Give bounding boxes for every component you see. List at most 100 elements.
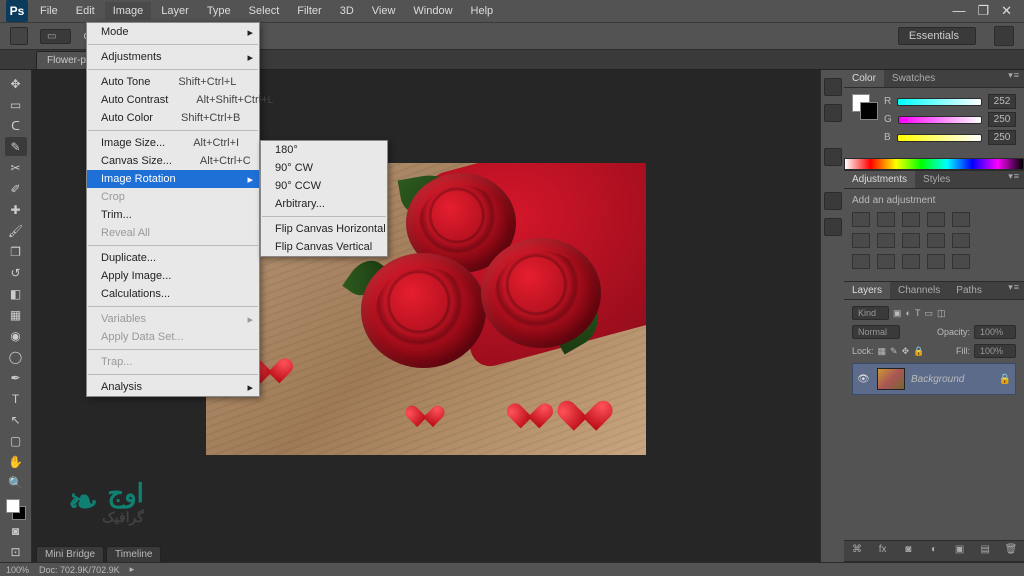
layer-background[interactable]: 👁 Background 🔒 (852, 363, 1016, 395)
stamp-tool[interactable]: ❐ (5, 242, 27, 261)
path-tool[interactable]: ↖ (5, 411, 27, 430)
fg-bg-swatch[interactable] (852, 94, 878, 120)
blur-tool[interactable]: ◉ (5, 327, 27, 346)
zoom-level[interactable]: 100% (6, 565, 29, 575)
tab-mini-bridge[interactable]: Mini Bridge (36, 546, 104, 562)
menu-mode[interactable]: Mode (87, 23, 259, 41)
status-arrow-icon[interactable]: ▸ (130, 564, 135, 575)
menu-image-rotation[interactable]: Image Rotation (87, 170, 259, 188)
adj-brightness-icon[interactable] (852, 212, 870, 227)
brush-tool[interactable]: 🖌 (5, 221, 27, 240)
visibility-icon[interactable]: 👁 (857, 374, 871, 385)
lock-all-icon[interactable]: 🔒 (913, 346, 924, 357)
link-layers-icon[interactable]: ⌘ (850, 544, 864, 558)
new-group-icon[interactable]: ▣ (953, 544, 967, 558)
history-icon[interactable] (824, 78, 842, 96)
adj-invert-icon[interactable] (852, 254, 870, 269)
adj-color-lookup-icon[interactable] (952, 233, 970, 248)
menu-trim[interactable]: Trim... (87, 206, 259, 224)
filter-type-icon[interactable]: T (915, 308, 921, 318)
adj-levels-icon[interactable] (877, 212, 895, 227)
adj-vibrance-icon[interactable] (952, 212, 970, 227)
crop-tool[interactable]: ✂ (5, 158, 27, 177)
hand-tool[interactable]: ✋ (5, 453, 27, 472)
r-value[interactable]: 252 (988, 94, 1016, 109)
menu-help[interactable]: Help (463, 2, 502, 20)
properties-icon[interactable] (824, 148, 842, 166)
history-brush-tool[interactable]: ↺ (5, 263, 27, 282)
tab-swatches[interactable]: Swatches (884, 70, 943, 87)
workspace-switcher[interactable]: Essentials (898, 27, 976, 45)
new-layer-icon[interactable]: ▤ (978, 544, 992, 558)
eyedropper-tool[interactable]: ✐ (5, 179, 27, 198)
adj-gradient-map-icon[interactable] (927, 254, 945, 269)
opacity-value[interactable]: 100% (974, 325, 1016, 339)
menu-adjustments[interactable]: Adjustments (87, 48, 259, 66)
close-button[interactable]: ✕ (1001, 3, 1012, 19)
menu-crop[interactable]: Crop (87, 188, 259, 206)
menu-filter[interactable]: Filter (289, 2, 329, 20)
healing-tool[interactable]: ✚ (5, 200, 27, 219)
menu-trap[interactable]: Trap... (87, 353, 259, 371)
rotate-90ccw[interactable]: 90° CCW (261, 177, 387, 195)
character-icon[interactable] (824, 192, 842, 210)
adj-posterize-icon[interactable] (877, 254, 895, 269)
filter-shape-icon[interactable]: ▭ (924, 308, 933, 319)
actions-icon[interactable] (824, 104, 842, 122)
lasso-tool[interactable]: ᑕ (5, 116, 27, 135)
color-picker[interactable] (4, 499, 28, 520)
filter-adj-icon[interactable]: ◐ (906, 308, 911, 318)
spectrum-bar[interactable] (844, 158, 1024, 170)
menu-auto-color[interactable]: Auto ColorShift+Ctrl+B (87, 109, 259, 127)
gradient-tool[interactable]: ▦ (5, 306, 27, 325)
panel-menu-icon[interactable]: ▾≡ (1004, 171, 1024, 188)
layer-mask-icon[interactable]: ◙ (901, 544, 915, 558)
panel-menu-icon[interactable]: ▾≡ (1004, 282, 1024, 299)
lock-transparency-icon[interactable]: ▦ (878, 346, 887, 357)
new-fill-icon[interactable]: ◐ (927, 544, 941, 558)
tab-layers[interactable]: Layers (844, 282, 890, 299)
flip-vertical[interactable]: Flip Canvas Vertical (261, 238, 387, 256)
menu-image[interactable]: Image (105, 2, 152, 20)
shape-tool[interactable]: ▢ (5, 432, 27, 451)
b-value[interactable]: 250 (988, 130, 1016, 145)
menu-image-size[interactable]: Image Size...Alt+Ctrl+I (87, 134, 259, 152)
menu-canvas-size[interactable]: Canvas Size...Alt+Ctrl+C (87, 152, 259, 170)
adj-bw-icon[interactable] (877, 233, 895, 248)
quick-select-tool[interactable]: ✎ (5, 137, 27, 156)
layer-fx-icon[interactable]: fx (876, 544, 890, 558)
menu-edit[interactable]: Edit (68, 2, 103, 20)
move-tool[interactable]: ✥ (5, 74, 27, 93)
layer-name[interactable]: Background (911, 374, 964, 385)
g-value[interactable]: 250 (988, 112, 1016, 127)
menu-window[interactable]: Window (405, 2, 460, 20)
zoom-tool[interactable]: 🔍 (5, 474, 27, 493)
menu-analysis[interactable]: Analysis (87, 378, 259, 396)
selection-mode[interactable]: ▭ (40, 29, 71, 44)
adj-photo-filter-icon[interactable] (902, 233, 920, 248)
menu-apply-image[interactable]: Apply Image... (87, 267, 259, 285)
maximize-button[interactable]: ❐ (977, 3, 989, 19)
menu-view[interactable]: View (364, 2, 404, 20)
g-slider[interactable] (898, 116, 982, 124)
panel-menu-icon[interactable]: ▾≡ (1004, 70, 1024, 87)
panel-menu-icon[interactable] (994, 26, 1014, 46)
rotate-90cw[interactable]: 90° CW (261, 159, 387, 177)
adj-selective-color-icon[interactable] (952, 254, 970, 269)
tool-preset[interactable] (10, 27, 28, 45)
dodge-tool[interactable]: ◯ (5, 348, 27, 367)
menu-3d[interactable]: 3D (332, 2, 362, 20)
fill-value[interactable]: 100% (974, 344, 1016, 358)
doc-size[interactable]: Doc: 702.9K/702.9K (39, 565, 120, 575)
menu-layer[interactable]: Layer (153, 2, 197, 20)
menu-duplicate[interactable]: Duplicate... (87, 249, 259, 267)
tab-channels[interactable]: Channels (890, 282, 948, 299)
eraser-tool[interactable]: ◧ (5, 284, 27, 303)
menu-auto-contrast[interactable]: Auto ContrastAlt+Shift+Ctrl+L (87, 91, 259, 109)
layer-kind-filter[interactable]: Kind (852, 306, 889, 320)
marquee-tool[interactable]: ▭ (5, 95, 27, 114)
lock-paint-icon[interactable]: ✎ (890, 346, 898, 357)
pen-tool[interactable]: ✒ (5, 369, 27, 388)
adj-threshold-icon[interactable] (902, 254, 920, 269)
b-slider[interactable] (897, 134, 982, 142)
